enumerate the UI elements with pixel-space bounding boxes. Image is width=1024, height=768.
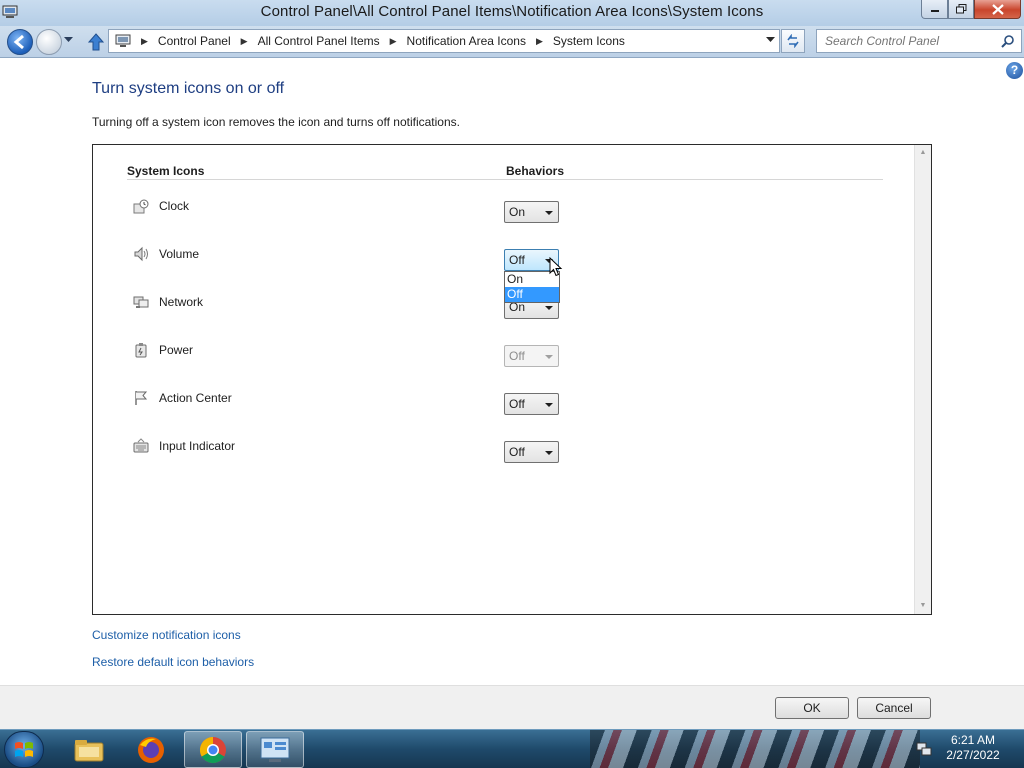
restore-button[interactable] (948, 0, 974, 19)
minimize-button[interactable] (921, 0, 948, 19)
breadcrumb-notification-area-icons[interactable]: Notification Area Icons (407, 34, 526, 48)
option-off[interactable]: Off (505, 287, 559, 302)
dropdown-arrow-icon (545, 451, 553, 455)
control-panel-taskbar-button[interactable] (246, 731, 304, 768)
search-icon[interactable] (1001, 34, 1015, 48)
clock-behavior-value: On (509, 205, 526, 219)
address-toolbar: ▶ Control Panel ▶ All Control Panel Item… (0, 26, 1024, 58)
header-divider (127, 179, 883, 180)
chrome-taskbar-button[interactable] (184, 731, 242, 768)
minimize-icon (930, 10, 939, 12)
page-description: Turning off a system icon removes the ic… (92, 115, 460, 129)
system-clock[interactable]: 6:21 AM 2/27/2022 (938, 733, 1008, 763)
keyboard-icon (133, 438, 149, 453)
file-explorer-taskbar-button[interactable] (60, 731, 118, 768)
flag-icon (135, 391, 148, 405)
search-input[interactable] (825, 30, 995, 52)
refresh-icon (787, 34, 799, 48)
address-bar[interactable]: ▶ Control Panel ▶ All Control Panel Item… (108, 29, 780, 53)
ok-button[interactable]: OK (775, 697, 849, 719)
breadcrumb-separator-icon[interactable]: ▶ (141, 36, 148, 47)
row-label-action-center: Action Center (159, 391, 232, 405)
system-icons-list: System Icons Behaviors Clock On Volume O… (92, 144, 932, 615)
close-icon (991, 3, 1004, 15)
forward-button[interactable] (36, 29, 62, 55)
customize-notification-icons-link[interactable]: Customize notification icons (92, 628, 241, 642)
search-box[interactable] (816, 29, 1022, 53)
dropdown-arrow-icon (545, 306, 553, 310)
action-center-behavior-value: Off (509, 397, 525, 411)
windows-logo-icon (15, 741, 33, 757)
volume-behavior-value: Off (509, 253, 525, 267)
action-center-behavior-select[interactable]: Off (504, 393, 559, 415)
dialog-footer: OK Cancel (0, 685, 1024, 729)
dropdown-arrow-icon (545, 403, 553, 407)
firefox-icon (138, 736, 164, 763)
address-history-dropdown-icon[interactable] (766, 37, 775, 43)
control-panel-window-icon (260, 737, 290, 762)
clock-icon (133, 199, 149, 214)
row-label-power: Power (159, 343, 194, 357)
breadcrumb-separator-icon[interactable]: ▶ (241, 36, 248, 47)
recent-pages-dropdown-icon[interactable] (64, 37, 73, 43)
clock-date: 2/27/2022 (946, 748, 1000, 762)
up-arrow-icon[interactable] (87, 32, 105, 52)
cancel-button[interactable]: Cancel (857, 697, 931, 719)
vertical-scrollbar[interactable]: ▲ ▼ (914, 145, 931, 614)
breadcrumb: ▶ Control Panel ▶ All Control Panel Item… (131, 34, 625, 48)
row-label-input-indicator: Input Indicator (159, 439, 236, 453)
refresh-button[interactable] (781, 29, 805, 53)
breadcrumb-separator-icon[interactable]: ▶ (390, 36, 397, 47)
window-title: Control Panel\All Control Panel Items\No… (260, 3, 764, 20)
row-label-clock: Clock (159, 199, 190, 213)
breadcrumb-system-icons[interactable]: System Icons (553, 34, 625, 48)
mouse-cursor-icon (549, 257, 563, 277)
back-arrow-icon (13, 34, 24, 50)
restore-default-behaviors-link[interactable]: Restore default icon behaviors (92, 655, 254, 669)
restore-icon (955, 4, 966, 14)
row-label-volume: Volume (159, 247, 200, 261)
input-indicator-behavior-select[interactable]: Off (504, 441, 559, 463)
breadcrumb-separator-icon[interactable]: ▶ (536, 36, 543, 47)
network-tray-icon[interactable] (916, 741, 932, 757)
column-header-behaviors: Behaviors (506, 164, 565, 178)
breadcrumb-all-items[interactable]: All Control Panel Items (258, 34, 380, 48)
input-indicator-behavior-value: Off (509, 445, 525, 459)
help-icon[interactable]: ? (1006, 62, 1023, 79)
clock-behavior-select[interactable]: On (504, 201, 559, 223)
page-title: Turn system icons on or off (92, 80, 285, 97)
scroll-down-icon[interactable]: ▼ (915, 598, 931, 614)
firefox-taskbar-button[interactable] (122, 731, 180, 768)
chrome-icon (199, 736, 226, 763)
desktop-wallpaper (590, 730, 920, 768)
clock-time: 6:21 AM (950, 733, 996, 747)
power-behavior-value: Off (509, 349, 525, 363)
network-icon (133, 296, 149, 308)
start-button[interactable] (4, 731, 44, 768)
taskbar: 6:21 AM 2/27/2022 (0, 729, 1024, 768)
back-button[interactable] (7, 29, 33, 55)
control-panel-icon (115, 34, 131, 47)
speaker-icon (134, 246, 148, 262)
column-header-system-icons: System Icons (127, 164, 205, 178)
file-explorer-icon (74, 739, 104, 761)
power-icon (135, 343, 147, 358)
power-behavior-select: Off (504, 345, 559, 367)
close-button[interactable] (974, 0, 1021, 19)
title-bar: Control Panel\All Control Panel Items\No… (0, 0, 1024, 26)
scroll-up-icon[interactable]: ▲ (915, 145, 931, 161)
row-label-network: Network (159, 295, 204, 309)
dropdown-arrow-icon (545, 211, 553, 215)
breadcrumb-control-panel[interactable]: Control Panel (158, 34, 231, 48)
dropdown-arrow-icon (545, 355, 553, 359)
